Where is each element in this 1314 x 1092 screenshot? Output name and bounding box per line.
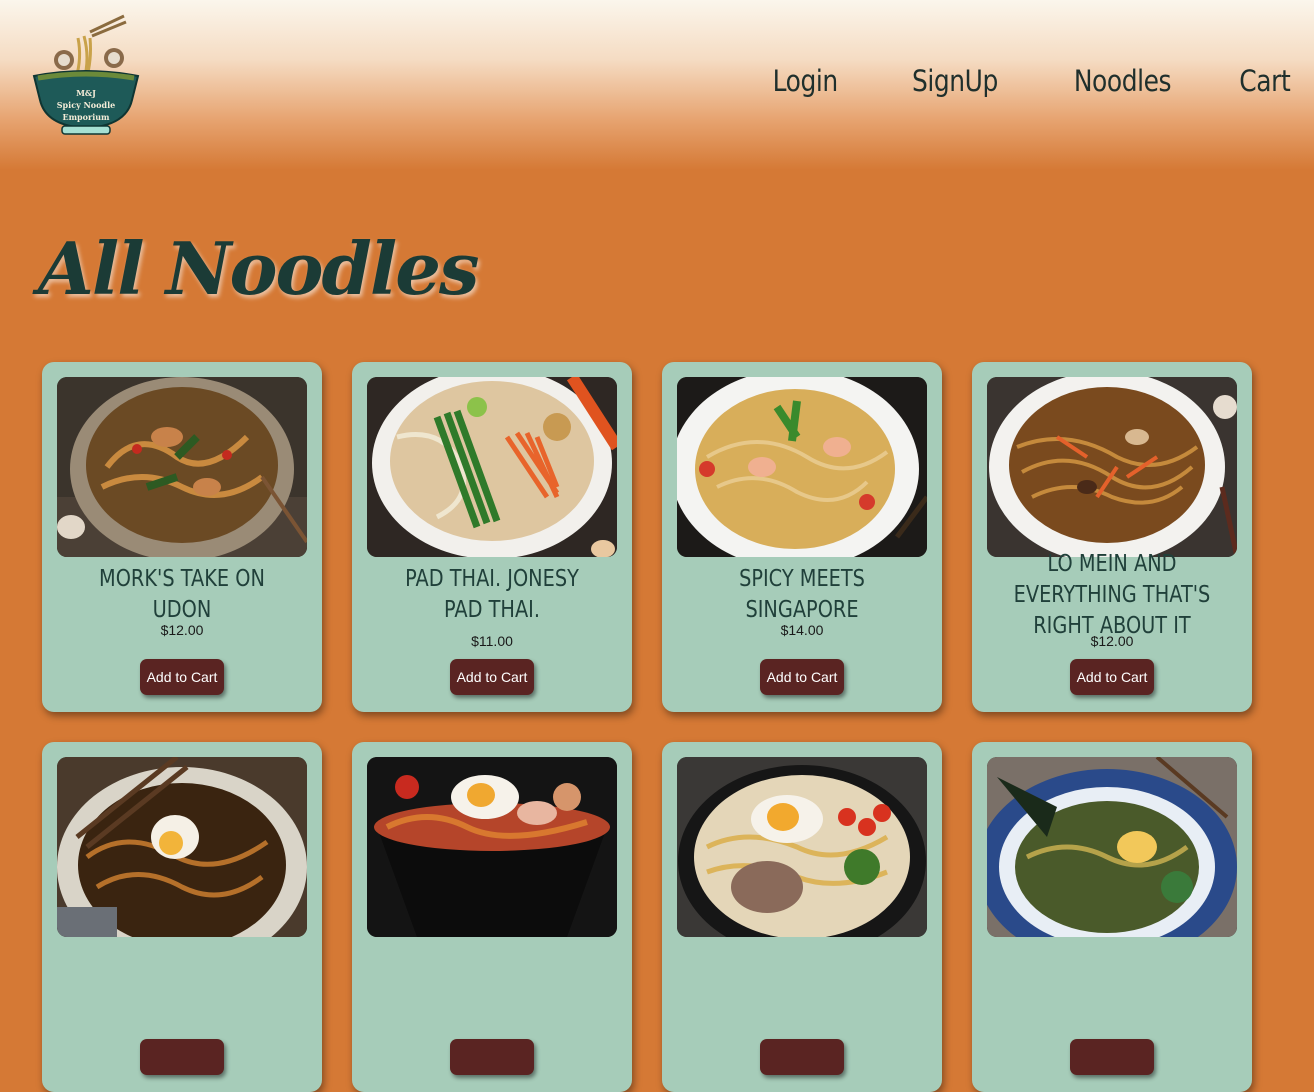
product-card: PAD THAI. JONESY PAD THAI. $11.00 Add to…	[352, 362, 632, 712]
noodle-bowl-logo-icon: M&J Spicy Noodle Emporium	[32, 14, 140, 135]
product-name	[1003, 942, 1221, 1008]
product-price: $12.00	[1090, 633, 1134, 649]
product-image[interactable]	[57, 757, 307, 937]
site-logo[interactable]: M&J Spicy Noodle Emporium	[28, 12, 144, 138]
product-image[interactable]	[987, 377, 1237, 557]
product-price: $12.00	[160, 622, 204, 638]
product-card	[352, 742, 632, 1092]
product-name: LO MEIN AND EVERYTHING THAT'S RIGHT ABOU…	[1013, 550, 1211, 639]
page-title: All Noodles	[38, 226, 480, 311]
site-header: M&J Spicy Noodle Emporium Login SignUp N…	[0, 0, 1314, 170]
svg-text:M&J: M&J	[76, 88, 96, 98]
nav-cart[interactable]: Cart	[1239, 64, 1290, 98]
nav-login[interactable]: Login	[773, 64, 839, 98]
add-to-cart-button[interactable]	[760, 1039, 844, 1075]
add-to-cart-button[interactable]: Add to Cart	[1070, 659, 1154, 695]
product-name	[693, 942, 911, 1008]
product-image[interactable]	[57, 377, 307, 557]
product-image[interactable]	[987, 757, 1237, 937]
add-to-cart-button[interactable]: Add to Cart	[140, 659, 224, 695]
product-name	[73, 942, 291, 1008]
add-to-cart-button[interactable]	[450, 1039, 534, 1075]
product-name: SPICY MEETS SINGAPORE	[739, 566, 865, 623]
nav-signup[interactable]: SignUp	[912, 64, 998, 98]
product-image[interactable]	[677, 757, 927, 937]
product-card	[972, 742, 1252, 1092]
add-to-cart-button[interactable]: Add to Cart	[450, 659, 534, 695]
product-price: $11.00	[471, 633, 513, 649]
product-grid: MORK'S TAKE ON UDON $12.00 Add to Cart P…	[42, 362, 1252, 1092]
product-card: LO MEIN AND EVERYTHING THAT'S RIGHT ABOU…	[972, 362, 1252, 712]
product-card: SPICY MEETS SINGAPORE $14.00 Add to Cart	[662, 362, 942, 712]
add-to-cart-button[interactable]	[140, 1039, 224, 1075]
product-card	[42, 742, 322, 1092]
product-image[interactable]	[367, 757, 617, 937]
product-image[interactable]	[367, 377, 617, 557]
product-name: PAD THAI. JONESY PAD THAI.	[405, 566, 579, 623]
product-price: $14.00	[780, 622, 824, 638]
add-to-cart-button[interactable]: Add to Cart	[760, 659, 844, 695]
product-card: MORK'S TAKE ON UDON $12.00 Add to Cart	[42, 362, 322, 712]
product-image[interactable]	[677, 377, 927, 557]
main-nav: Login SignUp Noodles Cart	[762, 64, 1291, 98]
nav-noodles[interactable]: Noodles	[1073, 64, 1171, 98]
svg-text:Emporium: Emporium	[62, 112, 110, 122]
product-name	[383, 942, 601, 1008]
product-card	[662, 742, 942, 1092]
svg-text:Spicy Noodle: Spicy Noodle	[57, 100, 115, 110]
add-to-cart-button[interactable]	[1070, 1039, 1154, 1075]
product-name: MORK'S TAKE ON UDON	[99, 566, 265, 623]
